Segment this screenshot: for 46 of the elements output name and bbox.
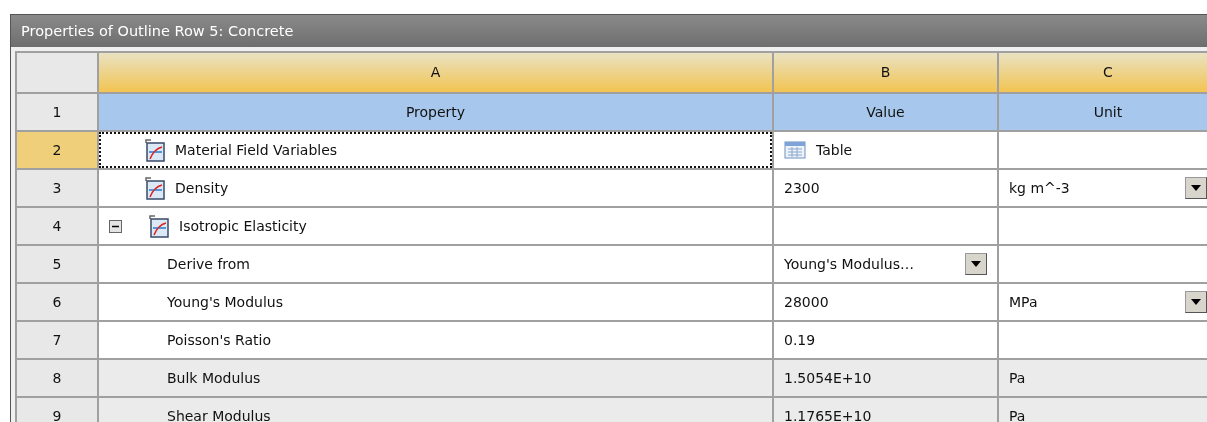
caret-icon (971, 261, 981, 267)
row-header[interactable]: 6 (16, 283, 98, 321)
table-icon (784, 141, 806, 159)
chart-icon (147, 214, 169, 238)
property-label: Bulk Modulus (167, 368, 261, 388)
value-text: 1.5054E+10 (784, 368, 872, 388)
caret-icon (1191, 299, 1201, 305)
property-label: Material Field Variables (175, 140, 338, 160)
header-cell: Value (773, 93, 998, 131)
dropdown-button[interactable] (1185, 177, 1207, 199)
property-label: Isotropic Elasticity (179, 216, 307, 236)
dropdown-value: Young's Modulus… (784, 254, 914, 274)
collapse-icon[interactable] (109, 219, 122, 233)
caret-icon (1191, 185, 1201, 191)
chart-icon (143, 176, 165, 200)
value-text: 2300 (784, 178, 820, 198)
property-label: Young's Modulus (167, 292, 283, 312)
property-label: Derive from (167, 254, 250, 274)
value-text: 1.1765E+10 (784, 406, 872, 422)
dropdown-button[interactable] (1185, 291, 1207, 313)
column-header[interactable]: C (998, 52, 1207, 93)
row-header[interactable]: 5 (16, 245, 98, 283)
header-cell: Unit (998, 93, 1207, 131)
column-header[interactable]: A (98, 52, 773, 93)
value-text: 28000 (784, 292, 829, 312)
row-header[interactable]: 8 (16, 359, 98, 397)
header-cell: Property (98, 93, 773, 131)
unit-text: Pa (1009, 368, 1026, 388)
unit-text: Pa (1009, 406, 1026, 422)
row-header[interactable]: 2 (16, 131, 98, 169)
panel-title: Properties of Outline Row 5: Concrete (11, 15, 1207, 47)
property-label: Density (175, 178, 229, 198)
value-text: Table (816, 140, 853, 160)
row-header[interactable]: 3 (16, 169, 98, 207)
unit-text: MPa (1009, 292, 1038, 312)
row-header[interactable]: 4 (16, 207, 98, 245)
row-header: 1 (16, 93, 98, 131)
chart-icon (143, 138, 165, 162)
row-header[interactable]: 9 (16, 397, 98, 422)
property-label: Poisson's Ratio (167, 330, 271, 350)
dropdown-button[interactable] (965, 253, 987, 275)
property-label: Shear Modulus (167, 406, 271, 422)
value-text: 0.19 (784, 330, 816, 350)
row-header[interactable]: 7 (16, 321, 98, 359)
column-header[interactable]: B (773, 52, 998, 93)
unit-text: kg m^-3 (1009, 178, 1070, 198)
